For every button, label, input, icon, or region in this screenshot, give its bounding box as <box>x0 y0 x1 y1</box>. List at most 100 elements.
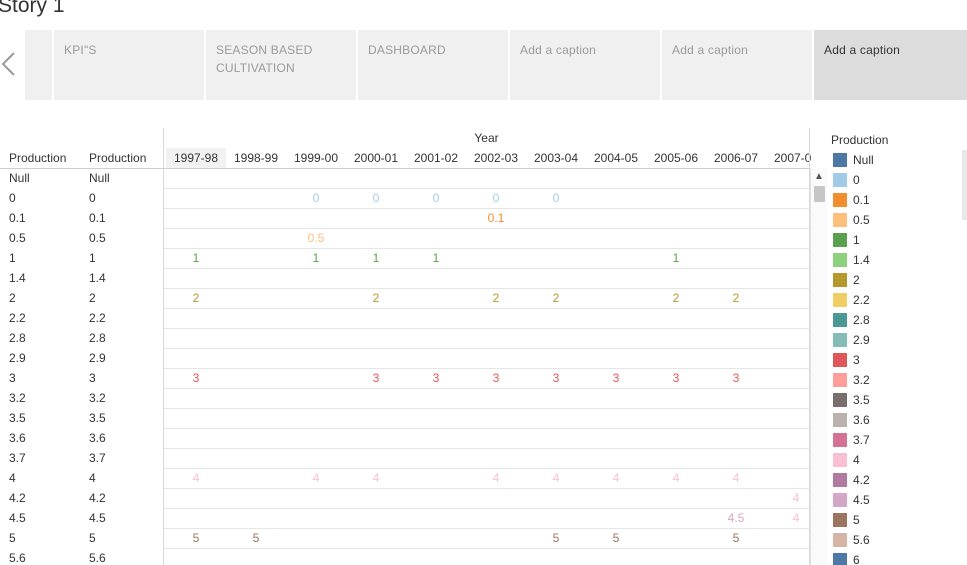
legend-scrollbar[interactable] <box>962 150 967 220</box>
row-label-production[interactable]: 3 <box>9 368 16 388</box>
table-cell[interactable]: 5 <box>166 528 226 548</box>
legend-item[interactable]: 2.9 <box>833 331 953 351</box>
table-cell[interactable]: 3 <box>166 368 226 388</box>
year-header-2004-05[interactable]: 2004-05 <box>586 148 646 168</box>
legend-item[interactable]: 0 <box>833 171 953 191</box>
table-cell[interactable]: 1 <box>406 248 466 268</box>
legend-item[interactable]: 4.2 <box>833 471 953 491</box>
table-cell[interactable]: 4 <box>166 468 226 488</box>
row-label-production[interactable]: 2.2 <box>9 308 26 328</box>
table-cell[interactable]: 4 <box>346 468 406 488</box>
legend-item[interactable]: 3.6 <box>833 411 953 431</box>
row-label-production-2[interactable]: 0.1 <box>89 208 106 228</box>
year-header-2001-02[interactable]: 2001-02 <box>406 148 466 168</box>
legend-item[interactable]: 4.5 <box>833 491 953 511</box>
scrollbar-thumb[interactable] <box>814 186 825 202</box>
table-cell[interactable]: 5 <box>706 528 766 548</box>
row-label-production-2[interactable]: 3 <box>89 368 96 388</box>
row-label-production-2[interactable]: 3.7 <box>89 448 106 468</box>
legend-item[interactable]: 2 <box>833 271 953 291</box>
story-point-caption-1[interactable]: Add a caption <box>510 30 660 100</box>
table-cell[interactable]: 1 <box>346 248 406 268</box>
row-label-production-2[interactable]: 1 <box>89 248 96 268</box>
row-label-production-2[interactable]: 3.6 <box>89 428 106 448</box>
table-cell[interactable]: 4 <box>466 468 526 488</box>
legend-item[interactable]: 2.8 <box>833 311 953 331</box>
table-cell[interactable]: 0 <box>346 188 406 208</box>
row-label-production-2[interactable]: 3.5 <box>89 408 106 428</box>
story-point-kpis[interactable]: KPI"S <box>54 30 204 100</box>
year-header-1999-00[interactable]: 1999-00 <box>286 148 346 168</box>
legend-item[interactable]: 1.4 <box>833 251 953 271</box>
legend-item[interactable]: 0.1 <box>833 191 953 211</box>
row-label-production-2[interactable]: 4 <box>89 468 96 488</box>
table-cell[interactable]: 0 <box>406 188 466 208</box>
row-label-production-2[interactable]: 1.4 <box>89 268 106 288</box>
row-label-production[interactable]: 1.4 <box>9 268 26 288</box>
row-label-production[interactable]: Null <box>9 168 30 188</box>
legend-item[interactable]: 0.5 <box>833 211 953 231</box>
row-label-production-2[interactable]: 2.2 <box>89 308 106 328</box>
year-header-2000-01[interactable]: 2000-01 <box>346 148 406 168</box>
table-cell[interactable]: 0 <box>466 188 526 208</box>
table-cell[interactable]: 0.1 <box>466 208 526 228</box>
table-cell[interactable]: 0 <box>526 188 586 208</box>
legend-item[interactable]: 3.2 <box>833 371 953 391</box>
table-cell[interactable]: 3 <box>346 368 406 388</box>
legend-item[interactable]: 3.7 <box>833 431 953 451</box>
row-label-production-2[interactable]: 0 <box>89 188 96 208</box>
triangle-up-icon[interactable]: ▲ <box>811 172 827 182</box>
row-label-production-2[interactable]: 4.5 <box>89 508 106 528</box>
row-label-production-2[interactable]: Null <box>89 168 110 188</box>
legend-item[interactable]: 1 <box>833 231 953 251</box>
row-label-production[interactable]: 3.2 <box>9 388 26 408</box>
row-label-production[interactable]: 2 <box>9 288 16 308</box>
year-header-1997-98[interactable]: 1997-98 <box>166 148 226 168</box>
table-cell[interactable]: 2 <box>466 288 526 308</box>
row-label-production-2[interactable]: 2.8 <box>89 328 106 348</box>
table-cell[interactable]: 3 <box>466 368 526 388</box>
legend-item[interactable]: 2.2 <box>833 291 953 311</box>
story-point-caption-3-active[interactable]: Add a caption <box>814 30 967 100</box>
story-point-caption-2[interactable]: Add a caption <box>662 30 812 100</box>
row-label-production[interactable]: 0.5 <box>9 228 26 248</box>
year-header-2005-06[interactable]: 2005-06 <box>646 148 706 168</box>
row-label-production[interactable]: 3.5 <box>9 408 26 428</box>
table-cell[interactable]: 3 <box>586 368 646 388</box>
row-label-production-2[interactable]: 5 <box>89 528 96 548</box>
table-cell[interactable]: 4 <box>766 508 812 528</box>
legend-item[interactable]: 5.6 <box>833 531 953 551</box>
row-label-production[interactable]: 0 <box>9 188 16 208</box>
year-header-2003-04[interactable]: 2003-04 <box>526 148 586 168</box>
legend-item[interactable]: 3 <box>833 351 953 371</box>
row-label-production[interactable]: 4.2 <box>9 488 26 508</box>
row-label-production[interactable]: 3.7 <box>9 448 26 468</box>
table-cell[interactable]: 5 <box>526 528 586 548</box>
row-label-production-2[interactable]: 2 <box>89 288 96 308</box>
table-cell[interactable]: 1 <box>166 248 226 268</box>
row-label-production-2[interactable]: 5.6 <box>89 548 106 565</box>
table-cell[interactable]: 4 <box>646 468 706 488</box>
legend-item[interactable]: 4 <box>833 451 953 471</box>
row-label-production-2[interactable]: 4.2 <box>89 488 106 508</box>
table-cell[interactable]: 4.5 <box>706 508 766 528</box>
table-cell[interactable]: 4 <box>526 468 586 488</box>
row-label-production[interactable]: 1 <box>9 248 16 268</box>
table-cell[interactable]: 5 <box>226 528 286 548</box>
row-label-production[interactable]: 2.8 <box>9 328 26 348</box>
row-label-production[interactable]: 4 <box>9 468 16 488</box>
row-label-production-2[interactable]: 2.9 <box>89 348 106 368</box>
year-header-2007-08[interactable]: 2007-08 <box>766 148 812 168</box>
legend-item[interactable]: Null <box>833 151 953 171</box>
year-header-1998-99[interactable]: 1998-99 <box>226 148 286 168</box>
table-cell[interactable]: 0 <box>286 188 346 208</box>
row-label-production-2[interactable]: 0.5 <box>89 228 106 248</box>
table-cell[interactable]: 3 <box>406 368 466 388</box>
table-cell[interactable]: 2 <box>646 288 706 308</box>
table-cell[interactable]: 5 <box>586 528 646 548</box>
legend-item[interactable]: 6 <box>833 551 953 565</box>
story-point-dashboard[interactable]: DASHBOARD <box>358 30 508 100</box>
legend-item[interactable]: 5 <box>833 511 953 531</box>
table-cell[interactable]: 2 <box>706 288 766 308</box>
story-point-0[interactable] <box>25 30 52 100</box>
